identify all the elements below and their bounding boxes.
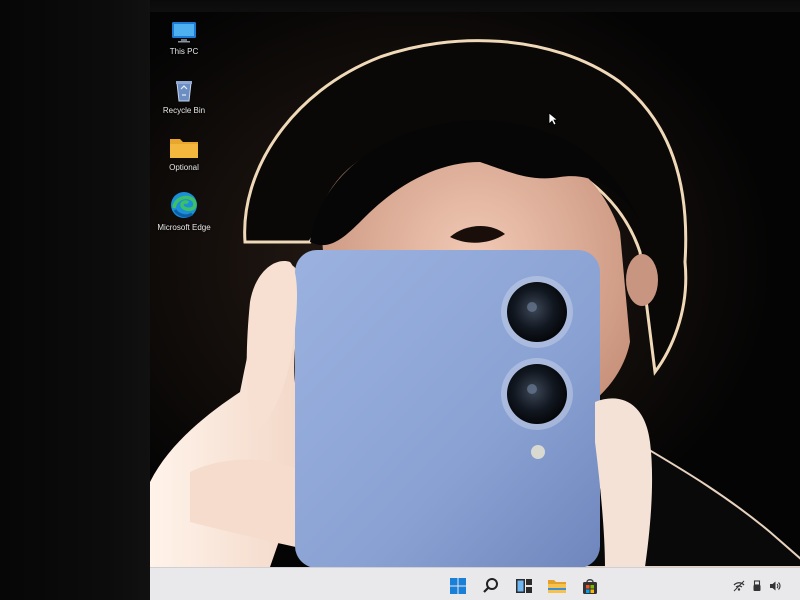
store-icon bbox=[583, 579, 597, 594]
folder-icon bbox=[548, 580, 566, 593]
desktop-icon-optional-folder[interactable]: Optional bbox=[150, 134, 219, 173]
desktop-icon-label: Microsoft Edge bbox=[157, 223, 211, 232]
taskbar bbox=[150, 567, 800, 600]
desktop-icon-this-pc[interactable]: This PC bbox=[150, 20, 219, 57]
speaker-icon bbox=[770, 581, 781, 591]
taskbar-store-button[interactable] bbox=[579, 576, 601, 596]
ear bbox=[626, 254, 658, 306]
system-tray bbox=[733, 578, 781, 594]
wallpaper bbox=[150, 12, 800, 567]
tray-volume-button[interactable] bbox=[769, 580, 781, 592]
network-icon bbox=[733, 580, 745, 592]
photo-of-monitor: This PC Recycle Bin Optional Microsoft E… bbox=[0, 0, 800, 600]
tray-usb-button[interactable] bbox=[751, 580, 763, 592]
edge-icon bbox=[171, 192, 197, 218]
taskbar-search-button[interactable] bbox=[480, 576, 502, 596]
camera-flash bbox=[531, 445, 545, 459]
desktop-icon-label: This PC bbox=[169, 47, 199, 56]
monitor-bezel-left bbox=[0, 0, 150, 600]
folder-icon bbox=[170, 139, 198, 158]
task-view-icon bbox=[516, 579, 532, 593]
desktop-icon-microsoft-edge[interactable]: Microsoft Edge bbox=[150, 190, 219, 233]
taskbar-start-button[interactable] bbox=[447, 576, 469, 596]
desktop-icon-recycle-bin[interactable]: Recycle Bin bbox=[150, 77, 219, 116]
recycle-bin-icon bbox=[176, 81, 192, 102]
desktop-icon-label: Recycle Bin bbox=[162, 106, 206, 115]
mouse-cursor-icon bbox=[548, 112, 558, 126]
desktop-icon-label: Optional bbox=[169, 163, 199, 172]
windows-start-icon bbox=[450, 578, 466, 594]
taskbar-file-explorer-button[interactable] bbox=[546, 576, 568, 596]
tray-network-button[interactable] bbox=[733, 580, 745, 592]
taskbar-task-view-button[interactable] bbox=[513, 576, 535, 596]
usb-icon bbox=[753, 580, 761, 591]
desktop-screen: This PC Recycle Bin Optional Microsoft E… bbox=[150, 12, 800, 600]
monitor-icon bbox=[172, 22, 196, 43]
search-icon bbox=[483, 578, 498, 593]
